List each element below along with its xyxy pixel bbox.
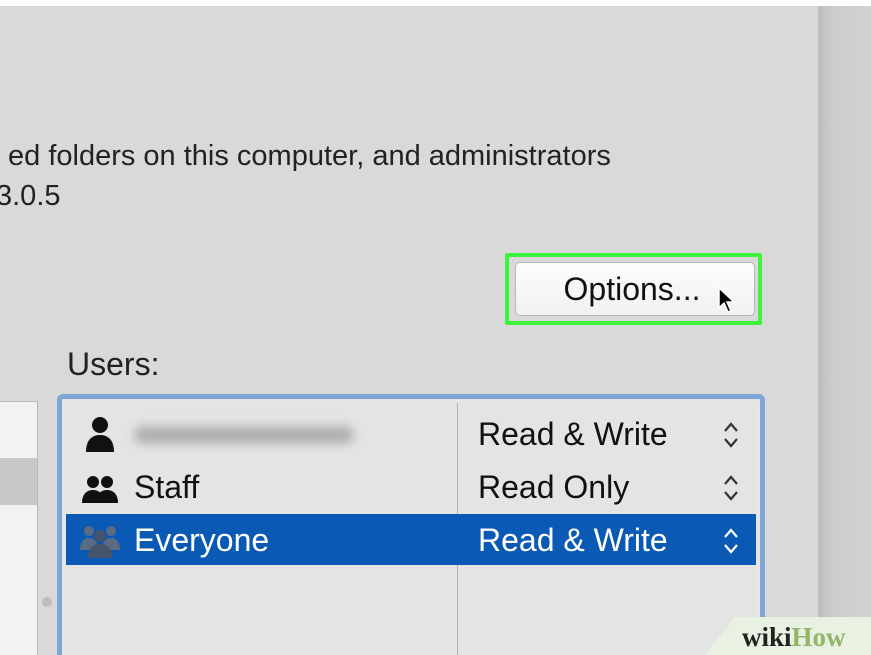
chevron-up-down-icon[interactable] xyxy=(721,473,741,503)
shared-folders-list[interactable] xyxy=(0,401,38,655)
options-button-label: Options... xyxy=(563,270,701,307)
users-label: Users: xyxy=(67,346,160,382)
user-row-owner[interactable]: Read & Write xyxy=(66,408,756,460)
user-row-staff[interactable]: Staff Read Only xyxy=(66,461,756,513)
window-edge xyxy=(818,6,871,655)
watermark-part-2: How xyxy=(791,622,846,652)
wikihow-watermark: wikiHow xyxy=(742,622,846,653)
user-name: Staff xyxy=(134,469,200,505)
everyone-icon xyxy=(80,526,120,558)
permission-value[interactable]: Read & Write xyxy=(478,522,668,559)
obscured-user-name xyxy=(134,426,354,444)
chevron-up-down-icon[interactable] xyxy=(721,526,741,556)
single-user-icon xyxy=(86,417,114,452)
shared-folder-selected-row[interactable] xyxy=(0,458,37,505)
mouse-pointer-icon xyxy=(718,286,736,313)
description-line-2: 3.0.5 xyxy=(0,180,61,212)
users-permissions-table[interactable]: Read & Write Staff Read Only Everyone Re… xyxy=(66,403,756,655)
user-row-everyone[interactable]: Everyone Read & Write xyxy=(66,514,756,565)
user-name: Everyone xyxy=(134,522,270,558)
watermark-part-1: wiki xyxy=(742,622,792,652)
permission-value[interactable]: Read & Write xyxy=(478,416,668,453)
description-text: ed folders on this computer, and adminis… xyxy=(0,136,611,216)
permission-value[interactable]: Read Only xyxy=(478,469,629,506)
description-line-1: ed folders on this computer, and adminis… xyxy=(8,140,611,172)
chevron-up-down-icon[interactable] xyxy=(721,420,741,450)
sharing-panel: ed folders on this computer, and adminis… xyxy=(0,6,818,655)
resize-handle[interactable] xyxy=(42,597,52,607)
group-icon xyxy=(82,476,118,503)
